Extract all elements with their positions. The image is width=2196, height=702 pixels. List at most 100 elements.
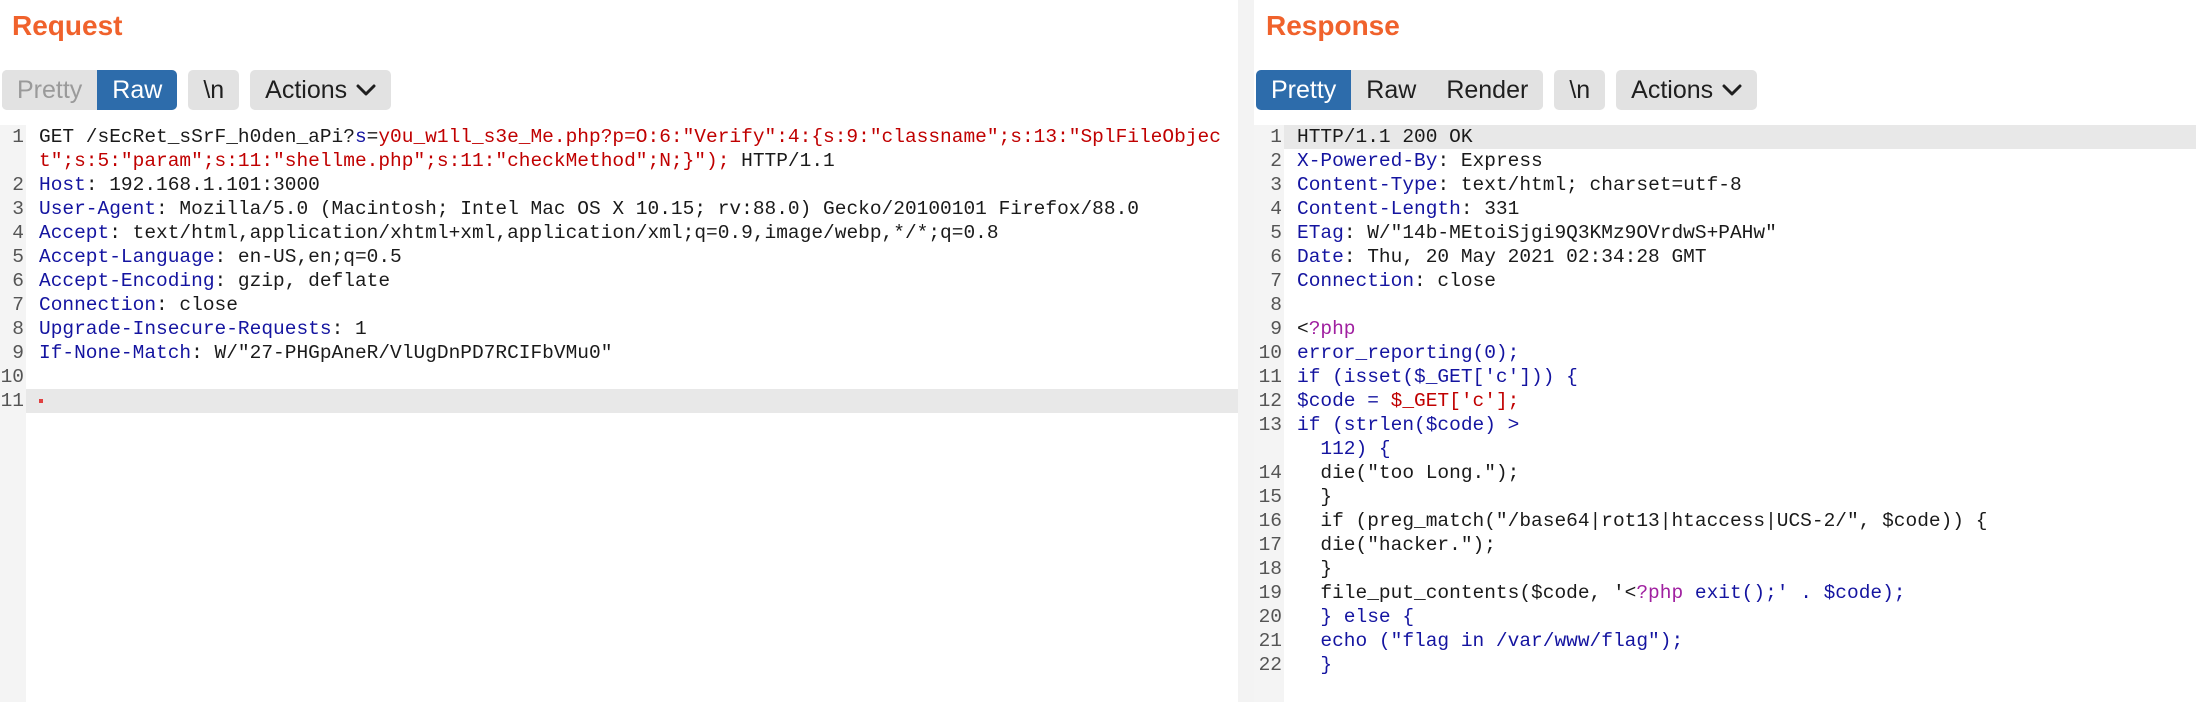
- line-number: 20: [1254, 605, 1284, 629]
- line-number: 10: [0, 365, 26, 389]
- line-content: X-Powered-By: Express: [1284, 149, 2196, 173]
- response-tab-pretty[interactable]: Pretty: [1256, 70, 1352, 110]
- code-token: Accept: [39, 222, 110, 244]
- code-line: 10​: [0, 365, 1238, 389]
- chevron-down-icon: [356, 84, 376, 96]
- code-token: ?php: [1308, 318, 1356, 340]
- code-token: Host: [39, 174, 86, 196]
- line-content: file_put_contents($code, '<?php exit();'…: [1284, 581, 2196, 605]
- code-line: 11: [0, 389, 1238, 413]
- code-token: die("too Long.");: [1297, 462, 1520, 484]
- code-line: 14 die("too Long.");: [1254, 461, 2196, 485]
- code-line: 10 error_reporting(0);: [1254, 341, 2196, 365]
- request-editor[interactable]: 1 GET /sEcRet_sSrF_h0den_aPi?s=y0u_w1ll_s…: [0, 125, 1238, 702]
- line-content: ETag: W/"14b-MEtoiSjgi9Q3KMz9OVrdwS+PAHw…: [1284, 221, 2196, 245]
- code-line: 18 }: [1254, 557, 2196, 581]
- line-number: 11: [1254, 365, 1284, 389]
- code-line: 3 Content-Type: text/html; charset=utf-8: [1254, 173, 2196, 197]
- line-number: 8: [0, 317, 26, 341]
- request-tab-raw[interactable]: Raw: [97, 70, 178, 110]
- line-number: 5: [0, 245, 26, 269]
- code-token: Content-Type: [1297, 174, 1438, 196]
- code-token: : 1: [331, 318, 367, 340]
- code-token: echo ("flag in /var/www/flag");: [1297, 630, 1684, 652]
- line-number: 11: [0, 389, 26, 413]
- code-line: 16 if (preg_match("/base64|rot13|htacces…: [1254, 509, 2196, 533]
- text-cursor: [39, 398, 43, 403]
- line-content: User-Agent: Mozilla/5.0 (Macintosh; Inte…: [26, 197, 1238, 221]
- code-line: 6 Accept-Encoding: gzip, deflate: [0, 269, 1238, 293]
- code-token: $_GET['c'];: [1390, 390, 1520, 412]
- line-content: [26, 389, 1238, 413]
- code-token: if (isset($_GET['c'])) {: [1297, 366, 1578, 388]
- line-content: if (strlen($code) > 112) {: [1284, 413, 2196, 461]
- line-content: ​: [1284, 293, 2196, 317]
- code-token: : Mozilla/5.0 (Macintosh; Intel Mac OS X…: [156, 198, 1139, 220]
- pane-divider[interactable]: [1238, 0, 1254, 702]
- code-token: =: [366, 126, 379, 148]
- code-line: 13 if (strlen($code) > 112) {: [1254, 413, 2196, 461]
- line-number: 8: [1254, 293, 1284, 317]
- request-tab-pretty[interactable]: Pretty: [2, 70, 98, 110]
- response-actions-button[interactable]: Actions: [1616, 70, 1758, 110]
- response-editor[interactable]: 1 HTTP/1.1 200 OK 2 X-Powered-By: Express 3 C…: [1254, 125, 2196, 702]
- line-content: Accept-Language: en-US,en;q=0.5: [26, 245, 1238, 269]
- request-newline-toggle[interactable]: \n: [188, 70, 240, 110]
- code-line: 19 file_put_contents($code, '<?php exit(…: [1254, 581, 2196, 605]
- code-line: 17 die("hacker.");: [1254, 533, 2196, 557]
- response-actions-label: Actions: [1631, 76, 1714, 104]
- code-line: 3 User-Agent: Mozilla/5.0 (Macintosh; Int…: [0, 197, 1238, 221]
- line-content: Accept-Encoding: gzip, deflate: [26, 269, 1238, 293]
- response-view-tabs: Pretty Raw Render: [1256, 70, 1544, 110]
- line-content: }: [1284, 485, 2196, 509]
- chevron-down-icon: [1722, 84, 1742, 96]
- line-number: 6: [1254, 245, 1284, 269]
- code-token: : text/html; charset=utf-8: [1437, 174, 1742, 196]
- code-line: 1 GET /sEcRet_sSrF_h0den_aPi?s=y0u_w1ll_s…: [0, 125, 1238, 173]
- code-token: : W/"14b-MEtoiSjgi9Q3KMz9OVrdwS+PAHw": [1343, 222, 1777, 244]
- code-token: If-None-Match: [39, 342, 192, 364]
- code-token: HTTP/1.1: [729, 150, 835, 172]
- code-token: Connection: [39, 294, 157, 316]
- line-number: 3: [1254, 173, 1284, 197]
- line-content: Accept: text/html,application/xhtml+xml,…: [26, 221, 1238, 245]
- request-actions-button[interactable]: Actions: [250, 70, 392, 110]
- line-number: 2: [0, 173, 26, 197]
- line-number: 3: [0, 197, 26, 221]
- code-token: Accept-Language: [39, 246, 215, 268]
- line-number: 1: [0, 125, 26, 149]
- code-token: <: [1297, 318, 1309, 340]
- response-newline-toggle[interactable]: \n: [1554, 70, 1606, 110]
- response-tab-render[interactable]: Render: [1431, 70, 1544, 110]
- line-number: 1: [1254, 125, 1284, 149]
- line-content: Date: Thu, 20 May 2021 02:34:28 GMT: [1284, 245, 2196, 269]
- code-token: ETag: [1297, 222, 1344, 244]
- line-content: } else {: [1284, 605, 2196, 629]
- code-token: $code =: [1297, 390, 1391, 412]
- line-number: 22: [1254, 653, 1284, 677]
- code-token: Connection: [1297, 270, 1415, 292]
- code-token: ?php: [1636, 582, 1684, 604]
- line-number: 21: [1254, 629, 1284, 653]
- line-content: GET /sEcRet_sSrF_h0den_aPi?s=y0u_w1ll_s3…: [26, 125, 1238, 173]
- code-line: 4 Accept: text/html,application/xhtml+xml…: [0, 221, 1238, 245]
- line-number: 18: [1254, 557, 1284, 581]
- line-content: HTTP/1.1 200 OK: [1284, 125, 2196, 149]
- code-token: Content-Length: [1297, 198, 1461, 220]
- code-token: : text/html,application/xhtml+xml,applic…: [109, 222, 999, 244]
- line-content: Content-Length: 331: [1284, 197, 2196, 221]
- line-number: 5: [1254, 221, 1284, 245]
- code-token: if (strlen($code) > 112) {: [1297, 414, 1520, 460]
- code-line: 20 } else {: [1254, 605, 2196, 629]
- code-token: }: [1297, 654, 1333, 676]
- code-line: 2 Host: 192.168.1.101:3000: [0, 173, 1238, 197]
- code-token: } else {: [1297, 606, 1415, 628]
- code-token: : close: [1414, 270, 1496, 292]
- code-token: : 331: [1460, 198, 1520, 220]
- code-token: : W/"27-PHGpAneR/VlUgDnPD7RCIFbVMu0": [191, 342, 613, 364]
- line-number: 10: [1254, 341, 1284, 365]
- code-token: : en-US,en;q=0.5: [214, 246, 402, 268]
- response-tab-raw[interactable]: Raw: [1351, 70, 1432, 110]
- code-line: 5 Accept-Language: en-US,en;q=0.5: [0, 245, 1238, 269]
- code-line: 9 <?php: [1254, 317, 2196, 341]
